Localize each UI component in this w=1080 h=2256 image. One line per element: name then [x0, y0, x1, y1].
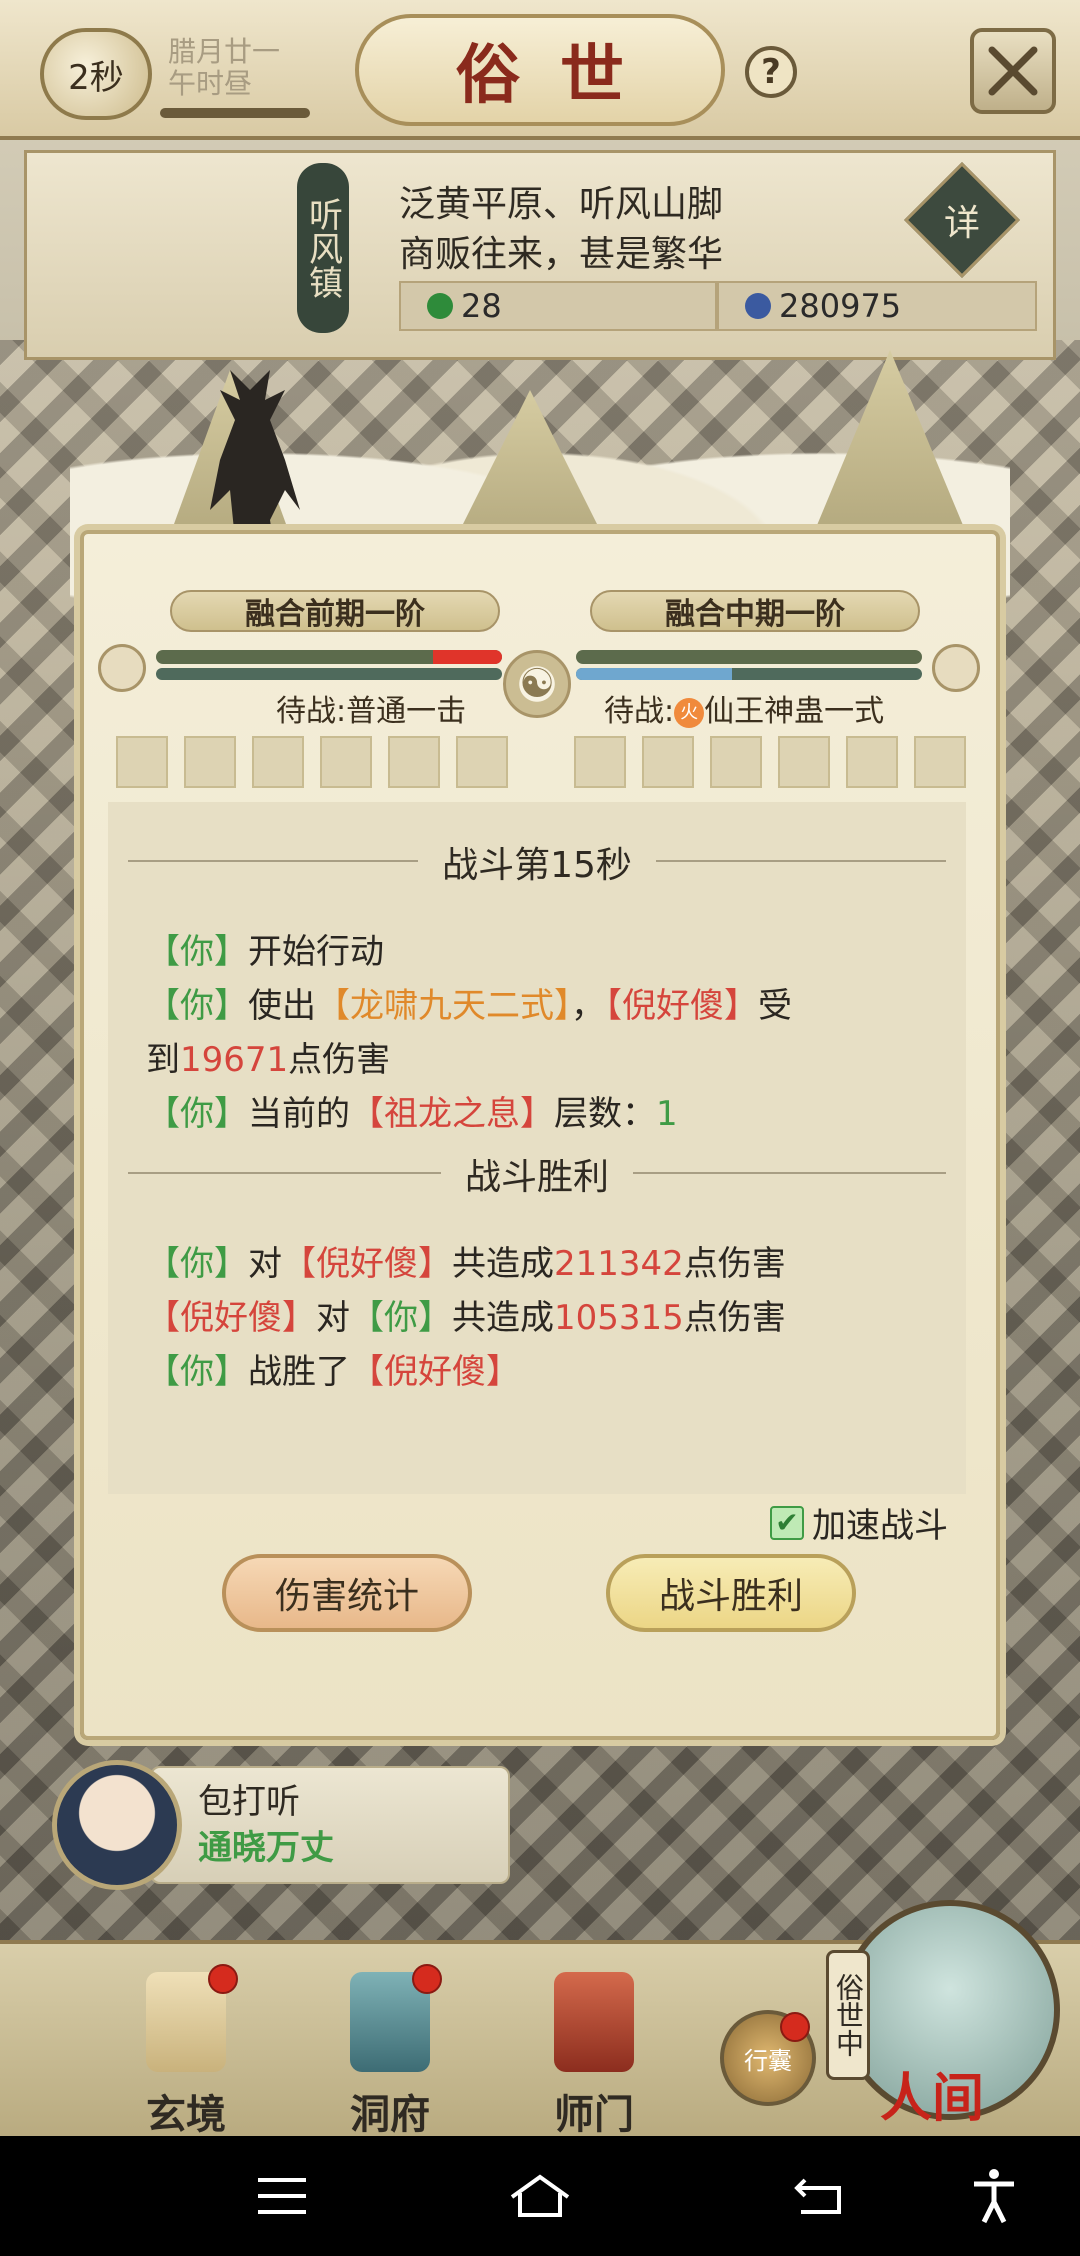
news-title: 包打听 [198, 1782, 300, 1822]
bag-label: 行囊 [744, 2046, 792, 2075]
battle-dialog: 融合前期一阶 融合中期一阶 ☯ 待战:普通一击 待战: 火仙王神蛊一式 战斗第15… [70, 350, 1010, 1740]
taiji-icon: ☯ [503, 650, 571, 718]
banner-icon [554, 1972, 634, 2072]
location-description-2: 商贩往来，甚是繁华 [399, 234, 724, 275]
accessibility-icon [974, 2169, 1014, 2224]
enemy-hp-bar [576, 650, 922, 664]
menu-icon [258, 2178, 306, 2214]
speed-toggle[interactable]: ✔ 加速战斗 [770, 1498, 948, 1547]
jade-stat: 28 [399, 281, 717, 331]
top-bar: 2秒 腊月廿一 午时昼 俗世 ? [0, 0, 1080, 140]
victory-header: 战斗胜利 [108, 1148, 966, 1200]
player-slot[interactable] [252, 736, 304, 788]
location-panel: 听风镇 泛黄平原、听风山脚 商贩往来，甚是繁华 详 28 280975 [24, 150, 1056, 360]
notification-dot [412, 1964, 442, 1994]
player-hp-fill [432, 650, 502, 664]
nav-dongfu[interactable]: 洞府 [320, 1964, 460, 2138]
log-line: 到19671点伤害 [146, 1040, 391, 1080]
enemy-slot[interactable] [710, 736, 762, 788]
coin-value: 280975 [779, 287, 902, 325]
coin-stat: 280975 [717, 281, 1037, 331]
enemy-await: 待战: 火仙王神蛊一式 [604, 686, 884, 730]
detail-button[interactable]: 详 [904, 162, 1020, 278]
jade-value: 28 [461, 287, 502, 325]
await-label: 待战: [604, 694, 675, 729]
timer-badge: 2秒 [40, 28, 152, 120]
nav-xuanjing[interactable]: 玄境 [116, 1964, 256, 2138]
player-energy-bar [156, 668, 502, 680]
player-slot[interactable] [456, 736, 508, 788]
fire-element-icon: 火 [674, 697, 705, 728]
enemy-slot[interactable] [846, 736, 898, 788]
news-subtitle: 通晓万丈 [198, 1828, 334, 1868]
system-nav-bar [0, 2136, 1080, 2256]
enemy-slot[interactable] [778, 736, 830, 788]
home-icon [510, 2174, 570, 2217]
notification-dot [208, 1964, 238, 1994]
log-line: 【你】当前的【祖龙之息】层数：1 [146, 1094, 678, 1134]
player-slot[interactable] [116, 736, 168, 788]
close-button[interactable] [970, 28, 1056, 114]
back-icon [794, 2178, 841, 2214]
player-slot[interactable] [320, 736, 372, 788]
enemy-energy-bar [576, 668, 922, 680]
player-avatar[interactable] [98, 644, 146, 692]
speed-label: 加速战斗 [812, 1506, 948, 1546]
town-sign: 听风镇 [297, 163, 349, 333]
help-button[interactable]: ? [745, 46, 797, 98]
log-line: 【你】开始行动 [146, 932, 384, 972]
round-header: 战斗第15秒 [108, 836, 966, 888]
notification-dot [780, 2012, 810, 2042]
speed-checkbox[interactable]: ✔ [770, 1505, 804, 1540]
enemy-slot[interactable] [914, 736, 966, 788]
location-description-1: 泛黄平原、听风山脚 [399, 184, 724, 225]
enemy-slot[interactable] [574, 736, 626, 788]
menu-button[interactable] [242, 2156, 322, 2236]
back-button[interactable] [778, 2156, 858, 2236]
summary-line: 【你】对【倪好傻】共造成211342点伤害 [146, 1244, 786, 1284]
player-await-skill: 普通一击 [346, 694, 467, 729]
time-of-day: 午时昼 [168, 67, 253, 100]
accessibility-button[interactable] [954, 2156, 1034, 2236]
renjian-label: 人间 [880, 2068, 985, 2129]
damage-stats-button[interactable]: 伤害统计 [222, 1554, 472, 1632]
nav-label: 玄境 [146, 2091, 226, 2138]
close-icon [988, 46, 1038, 96]
detail-label: 详 [943, 202, 981, 244]
player-await: 待战:普通一击 [276, 686, 466, 730]
nav-label: 洞府 [350, 2091, 430, 2138]
enemy-slot[interactable] [642, 736, 694, 788]
nav-shimen[interactable]: 师门 [524, 1964, 664, 2138]
nav-label: 师门 [554, 2091, 634, 2138]
page-title: 俗世 [355, 14, 725, 126]
battle-log[interactable]: 战斗第15秒 【你】开始行动 【你】使出【龙啸九天二式】，【倪好傻】受 到196… [108, 802, 966, 1494]
enemy-await-skill: 仙王神蛊一式 [704, 694, 885, 729]
enemy-avatar[interactable] [932, 644, 980, 692]
player-slot[interactable] [184, 736, 236, 788]
player-hp-bar [156, 650, 502, 664]
time-progress-bar [160, 108, 310, 118]
enemy-energy-fill [576, 668, 732, 680]
coin-icon [745, 293, 771, 319]
await-label: 待战: [276, 694, 347, 729]
timer-text: 2秒 [68, 57, 124, 98]
player-rank: 融合前期一阶 [170, 590, 500, 632]
summary-line: 【倪好傻】对【你】共造成105315点伤害 [146, 1298, 786, 1338]
summary-line: 【你】战胜了【倪好傻】 [146, 1352, 520, 1392]
world-tag: 俗世中 [826, 1950, 870, 2080]
log-line: 【你】使出【龙啸九天二式】，【倪好傻】受 [146, 986, 792, 1026]
home-button[interactable] [500, 2156, 580, 2236]
informant-avatar[interactable] [52, 1760, 182, 1890]
enemy-rank: 融合中期一阶 [590, 590, 920, 632]
battle-victory-button[interactable]: 战斗胜利 [606, 1554, 856, 1632]
player-slot[interactable] [388, 736, 440, 788]
jade-icon [427, 293, 453, 319]
